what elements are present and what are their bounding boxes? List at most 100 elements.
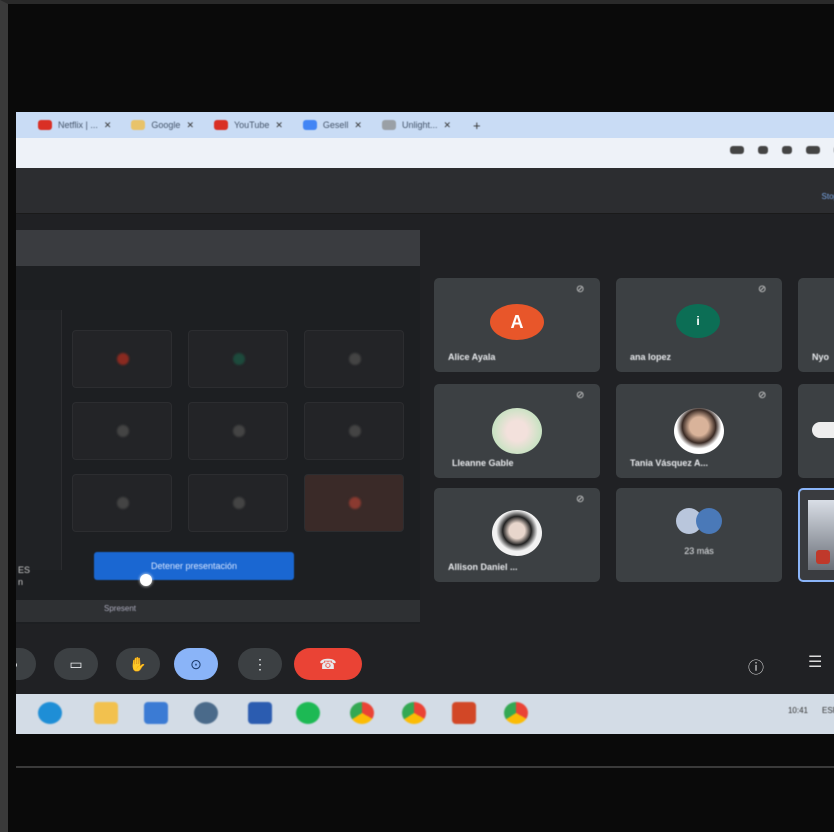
participant-tile[interactable]: ⊘ A Alice Ayala xyxy=(434,278,600,372)
mic-button[interactable]: ● xyxy=(16,648,36,680)
mic-off-icon: ⊘ xyxy=(576,390,585,401)
tray-time[interactable]: 10:41 xyxy=(788,706,808,715)
mic-off-icon: ⊘ xyxy=(576,494,585,505)
tab-favicon-icon xyxy=(38,120,52,130)
avatar xyxy=(492,510,542,556)
word-icon[interactable] xyxy=(248,702,272,724)
participant-tile[interactable]: ⊘ Tania Vásquez A... xyxy=(616,384,782,478)
camera-icon[interactable] xyxy=(806,146,820,154)
powerpoint-icon[interactable] xyxy=(452,702,476,724)
camera-button[interactable]: ▭ xyxy=(54,648,98,680)
tab-favicon-icon xyxy=(131,120,146,130)
address-bar-icons xyxy=(730,146,834,154)
participant-tile[interactable] xyxy=(798,384,834,478)
chrome-icon[interactable] xyxy=(504,702,528,724)
system-tray: 10:41 ESP xyxy=(788,706,834,715)
video-frame: Netflix | ... ✕ Google ✕ YouTube ✕ Gesell ✕ … xyxy=(0,0,834,832)
participant-name: ana lopez xyxy=(630,352,672,362)
presentation-tile xyxy=(72,330,172,388)
zoom-icon[interactable] xyxy=(730,146,744,154)
new-tab-button[interactable]: + xyxy=(473,118,481,133)
avatar: A xyxy=(490,304,544,340)
self-view-tile[interactable] xyxy=(798,488,834,582)
video-divider xyxy=(16,766,834,768)
presentation-tile xyxy=(188,474,288,532)
avatar: i xyxy=(676,304,720,338)
present-now-button[interactable]: ⊙ xyxy=(174,648,218,680)
edge-icon[interactable] xyxy=(38,702,62,724)
presentation-tile xyxy=(188,330,288,388)
store-icon[interactable] xyxy=(144,702,168,724)
browser-tab-bar: Netflix | ... ✕ Google ✕ YouTube ✕ Gesell ✕ … xyxy=(16,112,834,138)
participant-tile[interactable]: Nyo xyxy=(798,278,834,372)
tile-avatar xyxy=(117,353,129,365)
close-icon[interactable]: ✕ xyxy=(354,120,362,131)
participant-name: Nyo xyxy=(812,352,830,362)
speech-bubble-icon xyxy=(812,422,834,438)
left-label-line: n xyxy=(18,577,24,587)
people-icon[interactable]: ☰ xyxy=(808,652,822,672)
mouse-cursor xyxy=(140,574,152,586)
close-icon[interactable]: ✕ xyxy=(104,120,112,131)
tile-avatar xyxy=(117,425,129,437)
presentation-tile xyxy=(304,330,404,388)
windows-taskbar: 10:41 ESP xyxy=(16,694,834,734)
info-icon[interactable]: ⓘ xyxy=(748,654,764,678)
tile-avatar xyxy=(117,497,129,509)
close-icon[interactable]: ✕ xyxy=(186,120,194,131)
browser-tab[interactable]: Google ✕ xyxy=(123,115,202,135)
tile-avatar xyxy=(349,497,361,509)
share-icon[interactable] xyxy=(758,146,768,154)
tile-avatar xyxy=(349,353,361,365)
avatar xyxy=(674,408,724,454)
more-options-button[interactable]: ⋮ xyxy=(238,648,282,680)
browser-tab[interactable]: Gesell ✕ xyxy=(295,115,370,135)
participant-tile[interactable]: 23 más xyxy=(616,488,782,582)
presentation-tile xyxy=(72,474,172,532)
participant-name: Alice Ayala xyxy=(448,352,496,362)
stop-presenting-button[interactable]: Detener presentación xyxy=(94,552,294,580)
tile-avatar xyxy=(233,425,245,437)
mic-off-icon: ⊘ xyxy=(758,390,767,401)
meet-top-link[interactable]: Stop xyxy=(822,192,834,201)
mic-off-icon: ⊘ xyxy=(576,284,585,295)
close-icon[interactable]: ✕ xyxy=(444,120,452,131)
presentation-tile xyxy=(304,474,404,532)
participant-tile[interactable]: ⊘ Allison Daniel ... xyxy=(434,488,600,582)
spotify-icon[interactable] xyxy=(296,702,320,724)
participant-name: Tania Vásquez A... xyxy=(630,458,709,468)
browser-tab[interactable]: Netflix | ... ✕ xyxy=(30,115,119,135)
participant-tile[interactable]: ⊘ i ana lopez xyxy=(616,278,782,372)
presentation-footer-label: Spresent xyxy=(104,604,137,613)
left-edge-label: ES n xyxy=(18,564,30,588)
tray-language[interactable]: ESP xyxy=(822,706,834,715)
presentation-footer xyxy=(16,600,420,622)
participant-name: Lleanne Gable xyxy=(452,458,514,468)
tile-avatar xyxy=(233,497,245,509)
presentation-tile xyxy=(188,402,288,460)
group-avatars xyxy=(674,506,724,536)
tab-favicon-icon xyxy=(381,120,396,130)
participant-name: Allison Daniel ... xyxy=(448,562,518,572)
dell-icon[interactable] xyxy=(194,702,218,724)
presentation-grid xyxy=(72,330,412,550)
end-call-button[interactable]: ☎ xyxy=(294,648,362,680)
file-explorer-icon[interactable] xyxy=(94,702,118,724)
close-icon[interactable]: ✕ xyxy=(275,120,283,131)
address-bar[interactable] xyxy=(16,138,834,168)
screen-capture: Netflix | ... ✕ Google ✕ YouTube ✕ Gesell ✕ … xyxy=(16,112,834,734)
raise-hand-button[interactable]: ✋ xyxy=(116,648,160,680)
chrome-icon[interactable] xyxy=(402,702,426,724)
tab-label: Unlight... xyxy=(401,120,438,130)
meet-top-bar: Stop xyxy=(16,168,834,214)
self-video-accent xyxy=(816,550,830,564)
participant-tile[interactable]: ⊘ Lleanne Gable xyxy=(434,384,600,478)
left-label-line: ES xyxy=(18,565,31,575)
tab-favicon-icon xyxy=(213,120,228,130)
chrome-icon[interactable] xyxy=(350,702,374,724)
tab-label: Google xyxy=(151,120,181,130)
browser-tab[interactable]: YouTube ✕ xyxy=(206,115,291,135)
star-icon[interactable] xyxy=(782,146,792,154)
browser-tab[interactable]: Unlight... ✕ xyxy=(374,115,459,135)
tile-avatar xyxy=(233,353,245,365)
